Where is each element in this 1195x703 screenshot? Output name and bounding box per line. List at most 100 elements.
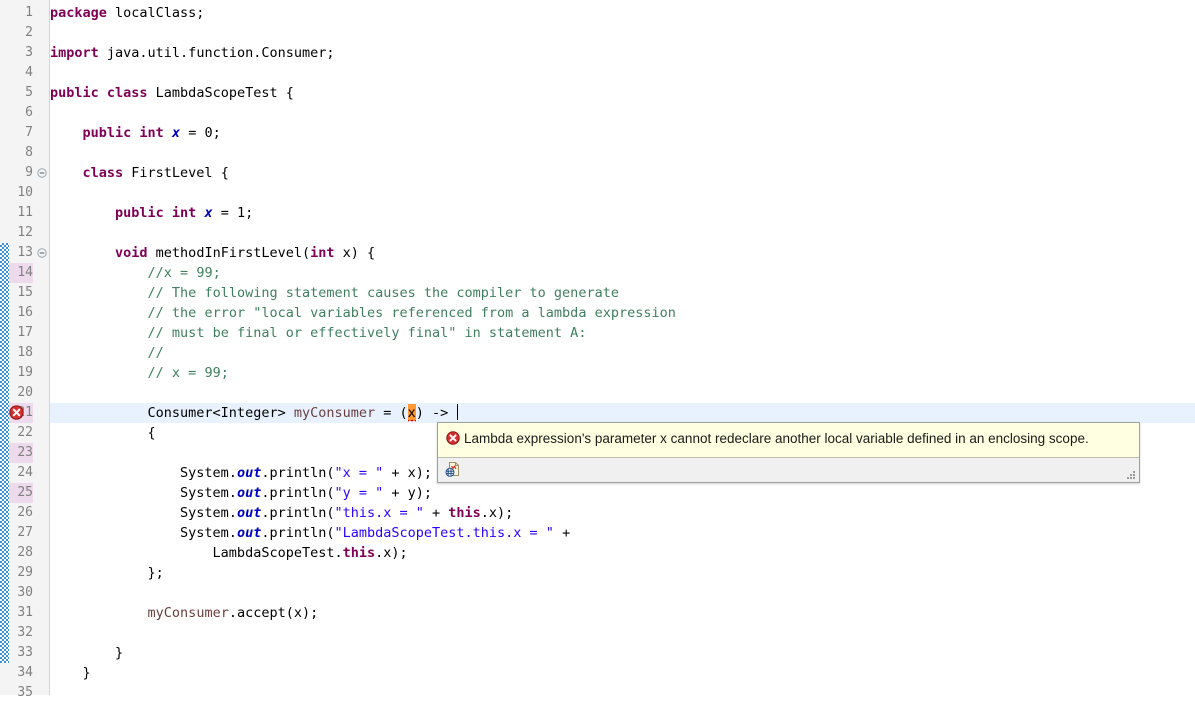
code-token: .println( [261, 525, 335, 541]
line-number-2[interactable]: 2 [9, 23, 33, 43]
line-number-1[interactable]: 1 [9, 3, 33, 23]
line-number-28[interactable]: 28 [9, 543, 33, 563]
code-token: System. [50, 465, 237, 481]
line-number-17[interactable]: 17 [9, 323, 33, 343]
code-token: "y = " [334, 485, 384, 501]
line-number-24[interactable]: 24 [9, 463, 33, 483]
line-number-31[interactable]: 31 [9, 603, 33, 623]
line-number-33[interactable]: 33 [9, 643, 33, 663]
error-hover-tooltip[interactable]: Lambda expression's parameter x cannot r… [437, 422, 1140, 483]
code-line-3[interactable]: import java.util.function.Consumer; [50, 43, 334, 63]
code-token: myConsumer [293, 405, 376, 421]
line-number-8[interactable]: 8 [9, 143, 33, 163]
code-line-22[interactable]: { [50, 423, 156, 443]
line-number-25[interactable]: 25 [9, 483, 33, 503]
line-number-12[interactable]: 12 [9, 223, 33, 243]
quick-fix-icon[interactable] [445, 461, 462, 483]
line-number-11[interactable]: 11 [9, 203, 33, 223]
line-number-3[interactable]: 3 [9, 43, 33, 63]
code-line-29[interactable]: }; [50, 563, 164, 583]
line-number-15[interactable]: 15 [9, 283, 33, 303]
error-occurrence-token[interactable]: x [407, 404, 416, 423]
line-number-13[interactable]: 13 [9, 243, 33, 263]
code-line-26[interactable]: System.out.println("this.x = " + this.x)… [50, 503, 513, 523]
code-line-25[interactable]: System.out.println("y = " + y); [50, 483, 432, 503]
code-line-24[interactable]: System.out.println("x = " + x); [50, 463, 432, 483]
code-token: x [171, 125, 181, 141]
code-token: this [448, 505, 481, 521]
code-token: // The following statement causes the co… [147, 285, 619, 301]
code-token: + [423, 505, 449, 521]
line-number-6[interactable]: 6 [9, 103, 33, 123]
code-line-16[interactable]: // the error "local variables referenced… [50, 303, 676, 323]
code-line-33[interactable]: } [50, 643, 123, 663]
code-line-21[interactable]: Consumer<Integer> myConsumer = (x) -> [50, 403, 459, 423]
code-token: .println( [261, 485, 335, 501]
code-token: = ( [375, 405, 408, 421]
error-squiggle [407, 420, 416, 423]
code-line-7[interactable]: public int x = 0; [50, 123, 221, 143]
code-token: .println( [261, 465, 335, 481]
line-number-22[interactable]: 22 [9, 423, 33, 443]
code-token: // must be final or effectively final" i… [147, 325, 587, 341]
code-token: public class [50, 85, 148, 101]
code-token: + y); [383, 485, 433, 501]
code-line-34[interactable]: } [50, 663, 91, 683]
line-number-20[interactable]: 20 [9, 383, 33, 403]
line-number-4[interactable]: 4 [9, 63, 33, 83]
code-token: = 1; [212, 205, 254, 221]
line-number-26[interactable]: 26 [9, 503, 33, 523]
code-line-17[interactable]: // must be final or effectively final" i… [50, 323, 587, 343]
code-line-18[interactable]: // [50, 343, 164, 363]
fold-collapse-icon-line-9[interactable] [37, 163, 48, 183]
code-line-1[interactable]: package localClass; [50, 3, 204, 23]
code-line-27[interactable]: System.out.println("LambdaScopeTest.this… [50, 523, 570, 543]
line-number-9[interactable]: 9 [9, 163, 33, 183]
code-area[interactable]: package localClass; import java.util.func… [50, 0, 1195, 695]
folding-ruler[interactable] [35, 0, 50, 695]
code-line-11[interactable]: public int x = 1; [50, 203, 253, 223]
line-number-23[interactable]: 23 [9, 443, 33, 463]
line-number-35[interactable]: 35 [9, 683, 33, 703]
tooltip-footer [438, 457, 1139, 482]
code-token: out [236, 505, 262, 521]
line-number-ruler[interactable]: 1 2 3 4 5 6 7 8 9 10 11 12 13 14 15 16 17 18 19 20 21 22 23 24 2… [9, 0, 35, 700]
line-number-7[interactable]: 7 [9, 123, 33, 143]
code-token: { [50, 425, 156, 441]
line-number-16[interactable]: 16 [9, 303, 33, 323]
resize-grip-icon[interactable] [1126, 470, 1135, 479]
line-number-10[interactable]: 10 [9, 183, 33, 203]
code-line-13[interactable]: void methodInFirstLevel(int x) { [50, 243, 375, 263]
line-number-14[interactable]: 14 [9, 263, 33, 283]
line-number-27[interactable]: 27 [9, 523, 33, 543]
line-number-18[interactable]: 18 [9, 343, 33, 363]
code-line-15[interactable]: // The following statement causes the co… [50, 283, 619, 303]
code-line-31[interactable]: myConsumer.accept(x); [50, 603, 319, 623]
code-token: .x); [480, 505, 514, 521]
code-line-5[interactable]: public class LambdaScopeTest { [50, 83, 294, 103]
code-token: "LambdaScopeTest.this.x = " [334, 525, 554, 541]
code-token: LambdaScopeTest. [50, 545, 343, 561]
error-icon[interactable] [9, 405, 25, 421]
fold-collapse-icon-line-13[interactable] [37, 243, 48, 263]
code-token: out [236, 525, 262, 541]
code-line-9[interactable]: class FirstLevel { [50, 163, 229, 183]
code-line-14[interactable]: //x = 99; [50, 263, 221, 283]
code-token: System. [50, 525, 237, 541]
line-number-34[interactable]: 34 [9, 663, 33, 683]
code-token: + x); [383, 465, 433, 481]
line-number-29[interactable]: 29 [9, 563, 33, 583]
line-number-19[interactable]: 19 [9, 363, 33, 383]
code-token: ) -> [415, 405, 457, 421]
line-number-30[interactable]: 30 [9, 583, 33, 603]
code-line-28[interactable]: LambdaScopeTest.this.x); [50, 543, 408, 563]
line-number-32[interactable]: 32 [9, 623, 33, 643]
line-number-5[interactable]: 5 [9, 83, 33, 103]
java-source-editor[interactable]: 1 2 3 4 5 6 7 8 9 10 11 12 13 14 15 16 17 18 19 20 21 22 23 24 2… [0, 0, 1195, 700]
code-line-19[interactable]: // x = 99; [50, 363, 229, 383]
